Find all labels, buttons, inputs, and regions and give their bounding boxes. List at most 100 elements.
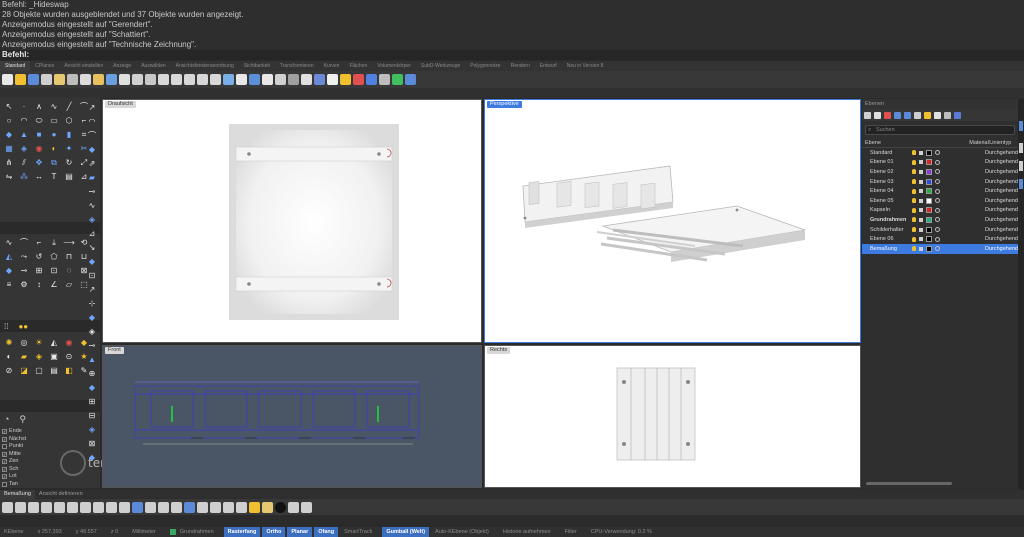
osnap-icon[interactable]: ◔ xyxy=(4,414,9,425)
status-unit[interactable]: Millimeter xyxy=(128,527,166,537)
ellipse-icon[interactable]: ⬭ xyxy=(32,114,46,127)
move-icon[interactable] xyxy=(262,74,273,85)
side-tool-icon[interactable]: ↗ xyxy=(86,282,98,296)
ortho-button[interactable]: Ortho xyxy=(262,527,286,537)
layer-row[interactable]: Bemaßung Durchgehend xyxy=(862,243,1018,254)
offset-icon[interactable]: ⫽ xyxy=(17,156,31,169)
hide-icon[interactable]: ◌ xyxy=(62,264,76,277)
render-icon[interactable] xyxy=(366,74,377,85)
status-cplane[interactable]: KEbene xyxy=(0,527,34,537)
block-icon[interactable]: ⊡ xyxy=(47,264,61,277)
curve-icon[interactable]: ∿ xyxy=(47,100,61,113)
dim-angle-icon[interactable] xyxy=(41,501,52,513)
select-icon[interactable] xyxy=(119,74,130,85)
lock-icon[interactable] xyxy=(918,246,923,251)
render-settings-icon[interactable] xyxy=(288,501,299,513)
delete-layer-icon[interactable] xyxy=(884,111,891,119)
dim-radius-icon[interactable] xyxy=(54,501,65,513)
bulb-icon[interactable] xyxy=(911,179,916,185)
mirror-icon[interactable]: ⇋ xyxy=(2,170,16,183)
side-tool-icon[interactable]: ◈ xyxy=(86,212,98,226)
osnap-item[interactable]: ✓ Lot xyxy=(2,473,26,481)
layer-name[interactable]: Ebene 02 xyxy=(862,169,910,175)
layer-name[interactable]: Ebene 05 xyxy=(862,198,910,204)
layer-row[interactable]: Ebene 06 Durchgehend xyxy=(862,234,1018,244)
text-dot-icon[interactable] xyxy=(106,501,117,513)
tab-viewport-layout[interactable]: Ansichtsfensteranordnung xyxy=(171,61,239,71)
save-icon[interactable] xyxy=(28,74,39,85)
layer-linetype[interactable]: Durchgehend xyxy=(959,217,1018,223)
layer-row[interactable]: Standard Durchgehend xyxy=(862,148,1018,158)
tab-render[interactable]: Rendern xyxy=(506,61,535,71)
clipping-icon[interactable] xyxy=(210,501,221,513)
viewport-top[interactable]: Draufsicht xyxy=(102,99,482,343)
zoom-selected-icon[interactable] xyxy=(197,74,208,85)
dim-linear-icon[interactable] xyxy=(2,501,13,513)
layer-linetype[interactable]: Durchgehend xyxy=(959,207,1018,213)
layer-linetype[interactable]: Durchgehend xyxy=(959,236,1018,242)
side-tool-icon[interactable]: ⇗ xyxy=(86,156,98,170)
lock-icon[interactable] xyxy=(918,160,923,165)
gumball-button[interactable]: Gumball (Welt) xyxy=(382,527,430,537)
layer-tool-icon[interactable]: ≡ xyxy=(2,278,16,291)
tab-solids[interactable]: Volumenkörper xyxy=(372,61,416,71)
more-tools-icon[interactable] xyxy=(301,501,312,513)
rectangle-icon[interactable]: ▭ xyxy=(47,114,61,127)
layer-name[interactable]: Ebene 06 xyxy=(862,236,910,242)
tab-curves[interactable]: Kurven xyxy=(319,61,345,71)
bulb-icon[interactable] xyxy=(911,198,916,204)
side-tool-icon[interactable]: ⊟ xyxy=(86,408,98,422)
move-down-icon[interactable] xyxy=(904,111,911,119)
material-icon[interactable] xyxy=(353,74,364,85)
zoom-dynamic-icon[interactable] xyxy=(158,74,169,85)
command-prompt[interactable]: Befehl: xyxy=(0,50,1024,60)
osnap-item[interactable]: Punkt xyxy=(2,443,26,451)
pipe-icon[interactable]: ⊸ xyxy=(17,264,31,277)
grasshopper-icon[interactable] xyxy=(392,74,403,85)
column-linetype[interactable]: Linientyp xyxy=(979,139,1018,147)
clip-icon[interactable]: ◪ xyxy=(17,364,31,377)
layer-color-swatch[interactable] xyxy=(925,159,932,166)
layer-color-swatch[interactable] xyxy=(925,197,932,204)
side-tool-icon[interactable]: ⊸ xyxy=(86,184,98,198)
grid-snap-button[interactable]: Rasterfang xyxy=(223,527,261,537)
line-icon[interactable]: ╱ xyxy=(62,100,76,113)
material-circle-icon[interactable] xyxy=(934,236,940,242)
side-tool-icon[interactable]: ◆ xyxy=(86,254,98,268)
explode-icon[interactable]: ✦ xyxy=(62,142,76,155)
cylinder-icon[interactable]: ▮ xyxy=(62,128,76,141)
material-circle-icon[interactable] xyxy=(934,169,940,175)
chamfer-icon[interactable]: ⌐ xyxy=(32,236,46,249)
side-tool-icon[interactable]: ◈ xyxy=(86,324,98,338)
ground-icon[interactable]: ▰ xyxy=(17,350,31,363)
tab-transform[interactable]: Transformieren xyxy=(275,61,319,71)
side-tool-icon[interactable]: ◈ xyxy=(86,422,98,436)
layer-color-swatch[interactable] xyxy=(925,178,932,185)
group-icon[interactable]: ⊞ xyxy=(32,264,46,277)
print-icon[interactable] xyxy=(41,74,52,85)
tab-new-in-v8[interactable]: Neu in Version 8 xyxy=(562,61,609,71)
rotate-tool-icon[interactable]: ↻ xyxy=(62,156,76,169)
section-tool-icon[interactable] xyxy=(223,501,234,513)
subd-icon[interactable]: ◈ xyxy=(17,142,31,155)
four-viewports-icon[interactable] xyxy=(223,74,234,85)
side-tool-icon[interactable]: ⌒ xyxy=(86,128,98,142)
dim-rotated-icon[interactable] xyxy=(28,501,39,513)
import-icon[interactable] xyxy=(54,74,65,85)
join-icon[interactable]: ◐ xyxy=(47,142,61,155)
layer-color-swatch[interactable] xyxy=(925,245,932,252)
column-layer[interactable]: Ebene xyxy=(862,139,929,147)
osnap-item[interactable]: ✓ Sch xyxy=(2,466,26,474)
viewport-right[interactable]: Rechts xyxy=(484,345,861,488)
undo-icon[interactable] xyxy=(106,74,117,85)
make2d-icon[interactable]: ▢ xyxy=(32,364,46,377)
panel-tab-icon[interactable] xyxy=(1019,121,1023,131)
pan-icon[interactable] xyxy=(132,74,143,85)
material-ball-icon[interactable] xyxy=(275,501,286,513)
lock-icon[interactable] xyxy=(918,217,923,222)
layers-horizontal-scrollbar[interactable] xyxy=(866,482,952,485)
properties-tool-icon[interactable]: ⚙ xyxy=(17,278,31,291)
copy-icon[interactable] xyxy=(80,74,91,85)
polyline-icon[interactable]: ∧ xyxy=(32,100,46,113)
osnap-item[interactable]: ✓ Zen xyxy=(2,458,26,466)
